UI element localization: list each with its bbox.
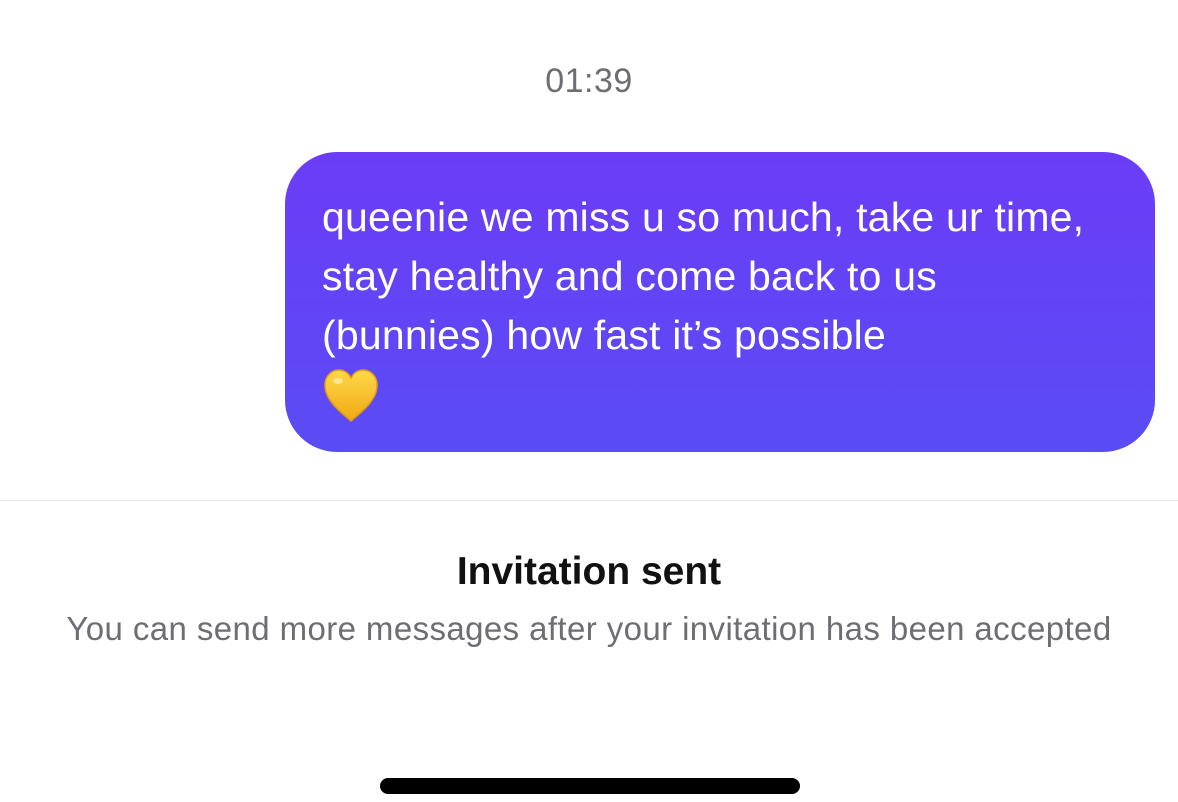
message-text: queenie we miss u so much, take ur time,… [322, 194, 1085, 358]
chat-screen: 01:39 queenie we miss u so much, take ur… [0, 0, 1178, 802]
invitation-title: Invitation sent [456, 550, 722, 593]
invitation-subtitle: You can send more messages after your in… [66, 610, 1112, 647]
home-indicator[interactable] [380, 778, 800, 794]
message-text-container: queenie we miss u so much, take ur time,… [322, 188, 1115, 425]
divider [0, 500, 1178, 501]
sent-message-bubble[interactable]: queenie we miss u so much, take ur time,… [285, 152, 1155, 452]
yellow-heart-icon [322, 367, 380, 425]
message-timestamp: 01:39 [545, 62, 633, 100]
